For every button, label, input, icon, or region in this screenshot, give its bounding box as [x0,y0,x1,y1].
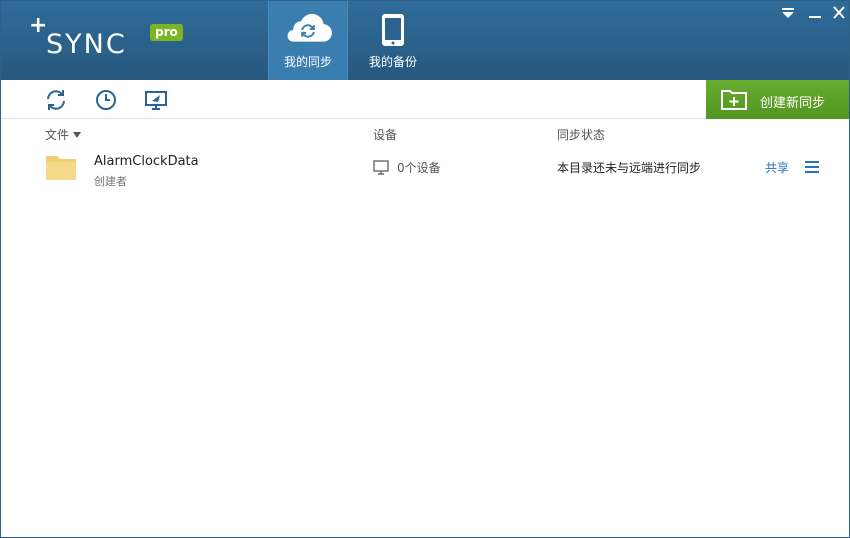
history-icon[interactable] [94,88,118,112]
app-logo: + SYNC pro [29,15,189,65]
logo-plus: + [29,13,48,38]
add-folder-icon [721,90,747,110]
pro-badge: pro [150,24,183,41]
create-sync-label: 创建新同步 [760,96,826,111]
minimize-button[interactable] [805,5,825,21]
share-link[interactable]: 共享 [765,159,789,176]
device-count-text: 0个设备 [397,161,441,175]
logo-text: SYNC [46,29,127,60]
tab-my-sync-label: 我的同步 [283,55,332,69]
column-header-file[interactable]: 文件 [45,126,82,143]
close-button[interactable] [829,5,849,21]
menu-dropdown-icon [782,8,794,18]
cloud-sync-icon [287,13,332,42]
tab-my-backup-label: 我的备份 [368,55,417,69]
sync-folder-name: AlarmClockData [94,154,199,169]
table-header: 文件 设备 同步状态 [1,119,849,147]
monitor-icon [373,160,389,175]
sort-down-icon [73,132,82,138]
tab-my-backup[interactable]: 我的备份 [353,1,433,80]
window-menu-button[interactable] [778,5,798,21]
phone-icon [382,14,404,46]
app-header: + SYNC pro 我的同步 我的备份 [1,1,849,80]
sync-folder-creator: 创建者 [94,175,127,188]
close-icon [833,6,845,19]
hamburger-menu-icon[interactable] [804,160,820,174]
minimize-icon [809,16,821,18]
sync-status-text: 本目录还未与远端进行同步 [557,161,702,175]
column-header-status[interactable]: 同步状态 [557,126,605,143]
device-icon[interactable] [144,88,168,112]
tab-my-sync[interactable]: 我的同步 [268,1,348,80]
create-sync-button[interactable]: 创建新同步 [706,80,849,119]
column-file-label: 文件 [45,128,70,142]
folder-icon [46,156,76,180]
toolbar: 创建新同步 [1,80,849,119]
app-window: + SYNC pro 我的同步 我的备份 创建新同步 文件 设备 同步状态 Al… [0,0,850,538]
table-row[interactable]: AlarmClockData 创建者 0个设备 本目录还未与远端进行同步 共享 [1,147,849,191]
column-header-devices[interactable]: 设备 [373,126,397,143]
refresh-icon[interactable] [44,88,68,112]
